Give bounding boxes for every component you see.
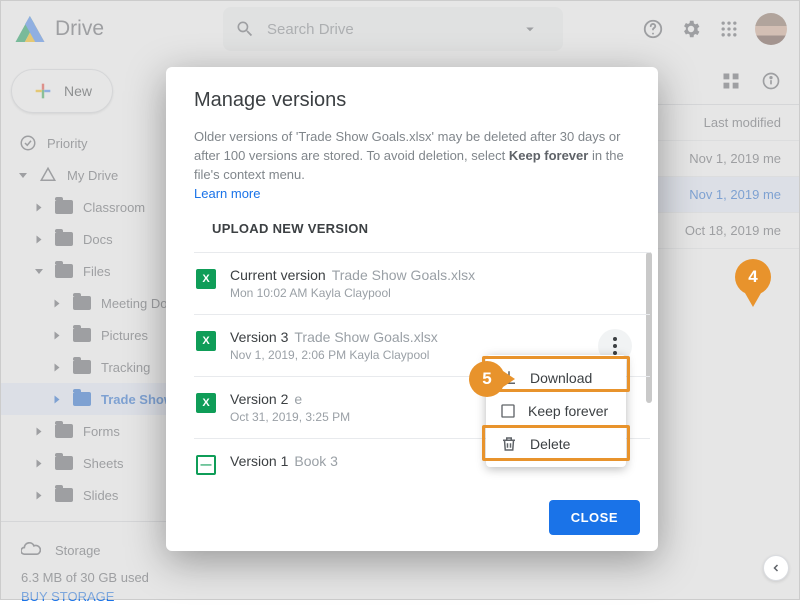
logo[interactable]: Drive bbox=[13, 12, 223, 46]
header-actions bbox=[641, 13, 787, 45]
buy-storage-link[interactable]: BUY STORAGE bbox=[21, 589, 209, 604]
manage-versions-dialog: Manage versions Older versions of 'Trade… bbox=[166, 67, 658, 551]
expand-icon[interactable] bbox=[37, 491, 42, 499]
callout-4: 4 bbox=[735, 259, 771, 295]
dialog-footer: CLOSE bbox=[166, 488, 658, 551]
dropdown-icon[interactable] bbox=[521, 20, 539, 38]
drive-logo-icon bbox=[13, 12, 47, 46]
expand-icon[interactable] bbox=[37, 203, 42, 211]
folder-icon bbox=[55, 456, 73, 470]
callout-5: 5 bbox=[469, 361, 505, 397]
checkbox-icon bbox=[500, 403, 516, 419]
gear-icon[interactable] bbox=[679, 17, 703, 41]
apps-icon[interactable] bbox=[717, 17, 741, 41]
folder-icon bbox=[73, 360, 91, 374]
folder-icon bbox=[55, 264, 73, 278]
expand-icon[interactable] bbox=[55, 363, 60, 371]
app-name: Drive bbox=[55, 17, 104, 41]
folder-icon bbox=[73, 328, 91, 342]
expand-icon[interactable] bbox=[55, 395, 60, 403]
search-placeholder: Search Drive bbox=[267, 21, 521, 38]
dialog-description: Older versions of 'Trade Show Goals.xlsx… bbox=[194, 128, 630, 185]
menu-keep-forever[interactable]: Keep forever bbox=[486, 395, 626, 427]
expand-icon[interactable] bbox=[37, 459, 42, 467]
priority-icon bbox=[19, 134, 37, 152]
learn-more-link[interactable]: Learn more bbox=[194, 186, 260, 201]
app-header: Drive Search Drive bbox=[1, 1, 799, 57]
dialog-title: Manage versions bbox=[194, 89, 630, 112]
search-icon bbox=[235, 19, 255, 39]
upload-new-version-button[interactable]: UPLOAD NEW VERSION bbox=[194, 203, 368, 248]
grid-view-icon[interactable] bbox=[721, 71, 741, 91]
cloud-icon bbox=[21, 540, 41, 560]
plus-icon bbox=[32, 80, 54, 102]
folder-icon bbox=[73, 296, 91, 310]
folder-icon bbox=[55, 200, 73, 214]
folder-icon bbox=[73, 392, 91, 406]
more-icon bbox=[613, 337, 617, 355]
avatar[interactable] bbox=[755, 13, 787, 45]
close-button[interactable]: CLOSE bbox=[549, 500, 640, 535]
help-icon[interactable] bbox=[641, 17, 665, 41]
folder-icon bbox=[55, 488, 73, 502]
sheets-icon: X bbox=[196, 331, 216, 351]
menu-delete[interactable]: Delete bbox=[486, 427, 626, 461]
expand-icon[interactable] bbox=[35, 269, 43, 274]
search-box[interactable]: Search Drive bbox=[223, 7, 563, 51]
expand-icon[interactable] bbox=[55, 299, 60, 307]
chevron-left-icon bbox=[770, 562, 782, 574]
storage-used: 6.3 MB of 30 GB used bbox=[21, 570, 209, 585]
folder-icon bbox=[55, 424, 73, 438]
sheets-icon: X bbox=[196, 269, 216, 289]
trash-icon bbox=[500, 435, 518, 453]
version-row: X Current versionTrade Show Goals.xlsx M… bbox=[194, 252, 650, 314]
new-label: New bbox=[64, 83, 92, 99]
expand-icon[interactable] bbox=[19, 173, 27, 178]
sheets-icon: — bbox=[196, 455, 216, 475]
expand-icon[interactable] bbox=[55, 331, 60, 339]
info-icon[interactable] bbox=[761, 71, 781, 91]
expand-icon[interactable] bbox=[37, 427, 42, 435]
expand-icon[interactable] bbox=[37, 235, 42, 243]
mydrive-icon bbox=[39, 166, 57, 184]
sheets-icon: X bbox=[196, 393, 216, 413]
folder-icon bbox=[55, 232, 73, 246]
new-button[interactable]: New bbox=[11, 69, 113, 113]
side-panel-toggle[interactable] bbox=[763, 555, 789, 581]
